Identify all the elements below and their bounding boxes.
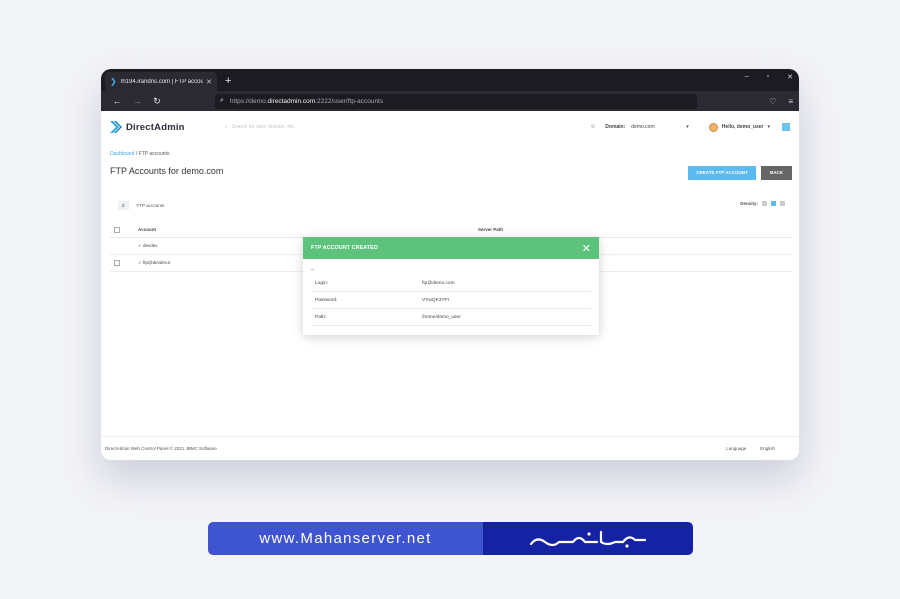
ftp-created-dialog: FTP ACCOUNT CREATED ✕ – Login: ftp@demo.… (303, 237, 599, 335)
browser-tab-strip: ❯ lh194.irandns.com | FTP accoun ✕ + – ▫… (101, 69, 799, 91)
count-badge: 2 (118, 201, 129, 210)
breadcrumb-current: FTP accounts (138, 151, 170, 157)
browser-navbar: ← → ↻ ⌕ https://demo. directadmin.com:222… (101, 91, 799, 111)
url-domain: directadmin.com (267, 97, 316, 105)
app-header: DirectAdmin ⌕ Search for user, domain, e… (101, 111, 799, 143)
create-ftp-account-button[interactable]: CREATE FTP ACCOUNT (688, 166, 756, 180)
search-input[interactable]: Search for user, domain, etc. (232, 124, 296, 130)
browser-window: ❯ lh194.irandns.com | FTP accoun ✕ + – ▫… (101, 69, 799, 460)
select-all-checkbox[interactable] (114, 226, 120, 233)
directadmin-favicon-icon: ❯ (110, 77, 117, 86)
detail-value: VYwQK3TPI (422, 297, 449, 303)
domain-label: Domain: (605, 124, 626, 130)
detail-row: Login: ftp@demo.com (311, 275, 591, 292)
density-compact-icon[interactable] (762, 201, 767, 206)
pocket-icon[interactable]: ♡ (769, 97, 776, 106)
chevron-down-icon[interactable]: ▾ (686, 124, 689, 130)
density-label: Density: (740, 201, 758, 206)
new-tab-button[interactable]: + (225, 72, 231, 91)
directadmin-logo[interactable]: DirectAdmin (110, 121, 185, 133)
column-server-path[interactable]: Server Path (478, 227, 503, 232)
banner-url: www.Mahanserver.net (208, 522, 483, 555)
detail-row: Path: /home/demo_user (311, 309, 591, 326)
minimize-icon[interactable]: – (745, 73, 749, 81)
row-checkbox[interactable] (114, 260, 120, 266)
page-title: FTP Accounts for demo.com (110, 166, 224, 176)
maximize-icon[interactable]: ▫ (767, 73, 769, 81)
menu-icon[interactable]: ≡ (788, 97, 793, 106)
dialog-dash: – (311, 267, 314, 273)
breadcrumb: Dashboard / FTP accounts (110, 151, 169, 157)
detail-key: Path: (315, 314, 327, 320)
directadmin-page: DirectAdmin ⌕ Search for user, domain, e… (101, 111, 799, 460)
close-icon[interactable]: ✕ (582, 242, 591, 255)
user-greeting[interactable]: Hello, demo_user (722, 124, 764, 130)
header-search[interactable]: ⌕ Search for user, domain, etc. (225, 124, 296, 130)
logo-text: DirectAdmin (126, 121, 185, 133)
table-header: Account Server Path (110, 222, 793, 238)
settings-icon[interactable]: ⚙ (591, 124, 595, 130)
reload-icon[interactable]: ↻ (147, 96, 167, 107)
language-label: Language (726, 446, 747, 451)
density-comfortable-icon[interactable] (780, 201, 785, 206)
browser-toolbar-right: ♡ ≡ (769, 97, 793, 106)
dialog-body: – Login: ftp@demo.com Password: VYwQK3TP… (303, 259, 599, 326)
detail-value: ftp@demo.com (422, 280, 455, 286)
breadcrumb-dashboard[interactable]: Dashboard (110, 151, 134, 157)
address-bar[interactable]: ⌕ https://demo. directadmin.com:2222/user… (215, 93, 697, 109)
detail-value: /home/demo_user (422, 314, 461, 320)
header-right: ⚙ Domain: demo.com ▾ Hello, demo_user ▾ (591, 122, 790, 132)
detail-key: Password: (315, 297, 338, 303)
language-select[interactable]: English (760, 446, 775, 451)
dialog-header: FTP ACCOUNT CREATED ✕ (303, 237, 599, 259)
tab-title: lh194.irandns.com | FTP accoun (121, 78, 204, 85)
close-window-icon[interactable]: ✕ (787, 73, 793, 81)
detail-row: Password: VYwQK3TPI (311, 292, 591, 309)
domain-select[interactable]: demo.com (631, 124, 686, 130)
url-suffix: :2222/user/ftp-accounts (315, 97, 384, 105)
browser-tab[interactable]: ❯ lh194.irandns.com | FTP accoun ✕ (105, 72, 217, 91)
apps-grid-icon[interactable] (782, 123, 790, 131)
copyright-text: DirectAdmin Web Control Panel © 2021 JBM… (105, 446, 217, 451)
forward-arrow-icon[interactable]: → (127, 96, 147, 106)
count-label: FTP accounts (136, 203, 165, 208)
url-prefix: https://demo. (229, 97, 268, 105)
dialog-title: FTP ACCOUNT CREATED (311, 245, 378, 251)
brand-logo-icon (529, 530, 647, 548)
brand-logo (483, 522, 693, 555)
search-icon: ⌕ (220, 97, 224, 104)
back-arrow-icon[interactable]: ← (107, 96, 127, 106)
detail-key: Login: (315, 280, 329, 286)
directadmin-logo-icon (110, 121, 122, 133)
search-icon: ⌕ (224, 124, 228, 130)
language-selector: Language English (726, 446, 775, 451)
density-normal-icon[interactable] (771, 201, 776, 206)
chevron-down-icon[interactable]: ▾ (767, 124, 770, 130)
tab-close-icon[interactable]: ✕ (206, 78, 212, 86)
row-checkbox-placeholder (114, 243, 120, 249)
avatar[interactable] (708, 122, 718, 132)
column-account[interactable]: Account (138, 227, 478, 232)
account-count: 2 FTP accounts (118, 201, 164, 210)
brand-banner: www.Mahanserver.net (208, 522, 693, 555)
window-controls: – ▫ ✕ (745, 73, 793, 81)
back-button[interactable]: BACK (761, 166, 792, 180)
page-footer: DirectAdmin Web Control Panel © 2021 JBM… (101, 436, 799, 460)
density-control: Density: (740, 201, 785, 206)
